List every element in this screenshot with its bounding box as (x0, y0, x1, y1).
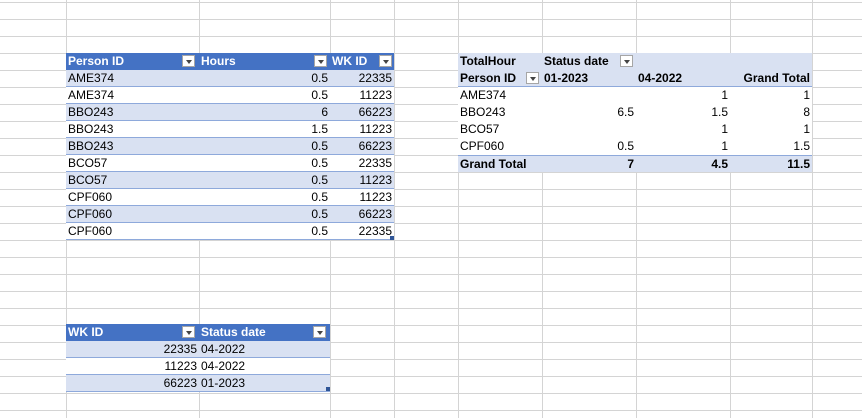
cell-hours[interactable]: 0.5 (199, 223, 330, 240)
pivot-grand-total-cell[interactable]: 7 (542, 155, 636, 172)
filter-dropdown-icon[interactable] (526, 72, 539, 84)
cell-wk-id[interactable]: 66223 (330, 104, 394, 121)
gridline-horizontal (0, 410, 862, 411)
cell-hours[interactable]: 0.5 (199, 189, 330, 206)
pivot-value-cell[interactable]: 1 (730, 87, 812, 104)
cell-wk-id[interactable]: 22335 (330, 70, 394, 87)
pivot-value-cell[interactable]: 1 (636, 138, 730, 155)
header-status-date[interactable]: Status date (199, 324, 330, 341)
cell-person-id[interactable]: AME374 (66, 70, 199, 87)
filter-dropdown-icon[interactable] (620, 55, 633, 67)
pivot-value-cell[interactable]: 1 (636, 87, 730, 104)
cell-person-id[interactable]: CPF060 (66, 189, 199, 206)
cell-hours[interactable]: 0.5 (199, 155, 330, 172)
cell-status-date[interactable]: 04-2022 (199, 341, 330, 358)
pivot-value-cell[interactable] (542, 121, 636, 138)
pivot-column-header[interactable]: 01-2023 (542, 70, 636, 87)
gridline-horizontal (0, 36, 862, 37)
filter-dropdown-icon[interactable] (314, 55, 327, 67)
pivot-value-cell[interactable]: 6.5 (542, 104, 636, 121)
gridline-vertical (394, 0, 395, 418)
cell-wk-id[interactable]: 11223 (330, 87, 394, 104)
pivot-row-label[interactable]: BCO57 (458, 121, 542, 138)
cell-wk-id[interactable]: 66223 (330, 138, 394, 155)
pivot-value-cell[interactable]: 1 (730, 121, 812, 138)
table-resize-handle[interactable] (326, 387, 330, 391)
gridline-horizontal (0, 19, 862, 20)
gridline-vertical (812, 0, 813, 418)
header-person-id[interactable]: Person ID (66, 53, 199, 70)
pivot-row-label[interactable]: BBO243 (458, 104, 542, 121)
filter-dropdown-icon[interactable] (182, 326, 195, 338)
header-label: Person ID (68, 54, 125, 68)
cell-status-date[interactable]: 04-2022 (199, 358, 330, 375)
cell-wk-id[interactable]: 22335 (330, 223, 394, 240)
cell-wk-id[interactable]: 11223 (330, 121, 394, 138)
pivot-column-header[interactable]: Grand Total (730, 70, 812, 87)
pivot-value-cell[interactable]: 1.5 (636, 104, 730, 121)
gridline-horizontal (0, 240, 862, 241)
cell-wk-id[interactable]: 22335 (330, 155, 394, 172)
header-wk-id[interactable]: WK ID (66, 324, 199, 341)
cell-status-date[interactable]: 01-2023 (199, 375, 330, 392)
cell-person-id[interactable]: BBO243 (66, 138, 199, 155)
cell-person-id[interactable]: BCO57 (66, 155, 199, 172)
cell-hours[interactable]: 0.5 (199, 206, 330, 223)
cell-person-id[interactable]: BCO57 (66, 172, 199, 189)
pivot-column-field[interactable]: Status date (542, 53, 636, 70)
pivot-value-cell[interactable]: 1.5 (730, 138, 812, 155)
gridline-horizontal (0, 2, 862, 3)
pivot-grand-total-cell[interactable]: 4.5 (636, 155, 730, 172)
header-label: Status date (201, 325, 266, 339)
pivot-header-blank (636, 53, 730, 70)
pivot-column-field-label: Status date (544, 54, 609, 68)
cell-hours[interactable]: 0.5 (199, 70, 330, 87)
pivot-row-field[interactable]: Person ID (458, 70, 542, 87)
filter-dropdown-icon[interactable] (313, 326, 326, 338)
cell-person-id[interactable]: BBO243 (66, 121, 199, 138)
pivot-value-cell[interactable] (542, 87, 636, 104)
header-label: Hours (201, 54, 236, 68)
cell-wk-id[interactable]: 66223 (330, 206, 394, 223)
cell-person-id[interactable]: BBO243 (66, 104, 199, 121)
header-label: WK ID (332, 54, 368, 68)
cell-hours[interactable]: 1.5 (199, 121, 330, 138)
pivot-value-cell[interactable]: 8 (730, 104, 812, 121)
pivot-column-header[interactable]: 04-2022 (636, 70, 730, 87)
cell-hours[interactable]: 0.5 (199, 87, 330, 104)
pivot-row-label[interactable]: AME374 (458, 87, 542, 104)
cell-hours[interactable]: 0.5 (199, 172, 330, 189)
gridline-horizontal (0, 274, 862, 275)
pivot-value-cell[interactable]: 1 (636, 121, 730, 138)
pivot-header-blank (730, 53, 812, 70)
filter-dropdown-icon[interactable] (182, 55, 195, 67)
pivot-grand-total-cell[interactable]: 11.5 (730, 155, 812, 172)
gridline-horizontal (0, 393, 862, 394)
gridline-horizontal (0, 308, 862, 309)
cell-hours[interactable]: 0.5 (199, 138, 330, 155)
pivot-grand-total-label[interactable]: Grand Total (458, 155, 542, 172)
cell-hours[interactable]: 6 (199, 104, 330, 121)
cell-person-id[interactable]: CPF060 (66, 223, 199, 240)
pivot-row-field-label: Person ID (460, 71, 517, 85)
filter-dropdown-icon[interactable] (379, 55, 392, 67)
cell-wk-id[interactable]: 11223 (66, 358, 199, 375)
cell-person-id[interactable]: AME374 (66, 87, 199, 104)
header-label: WK ID (68, 325, 104, 339)
cell-wk-id[interactable]: 11223 (330, 172, 394, 189)
header-wk-id[interactable]: WK ID (330, 53, 394, 70)
pivot-value-cell[interactable]: 0.5 (542, 138, 636, 155)
cell-wk-id[interactable]: 22335 (66, 341, 199, 358)
header-hours[interactable]: Hours (199, 53, 330, 70)
cell-person-id[interactable]: CPF060 (66, 206, 199, 223)
cell-wk-id[interactable]: 66223 (66, 375, 199, 392)
table-resize-handle[interactable] (390, 236, 394, 240)
pivot-value-label[interactable]: TotalHour (458, 53, 542, 70)
gridline-horizontal (0, 257, 862, 258)
gridline-horizontal (0, 291, 862, 292)
pivot-row-label[interactable]: CPF060 (458, 138, 542, 155)
cell-wk-id[interactable]: 11223 (330, 189, 394, 206)
